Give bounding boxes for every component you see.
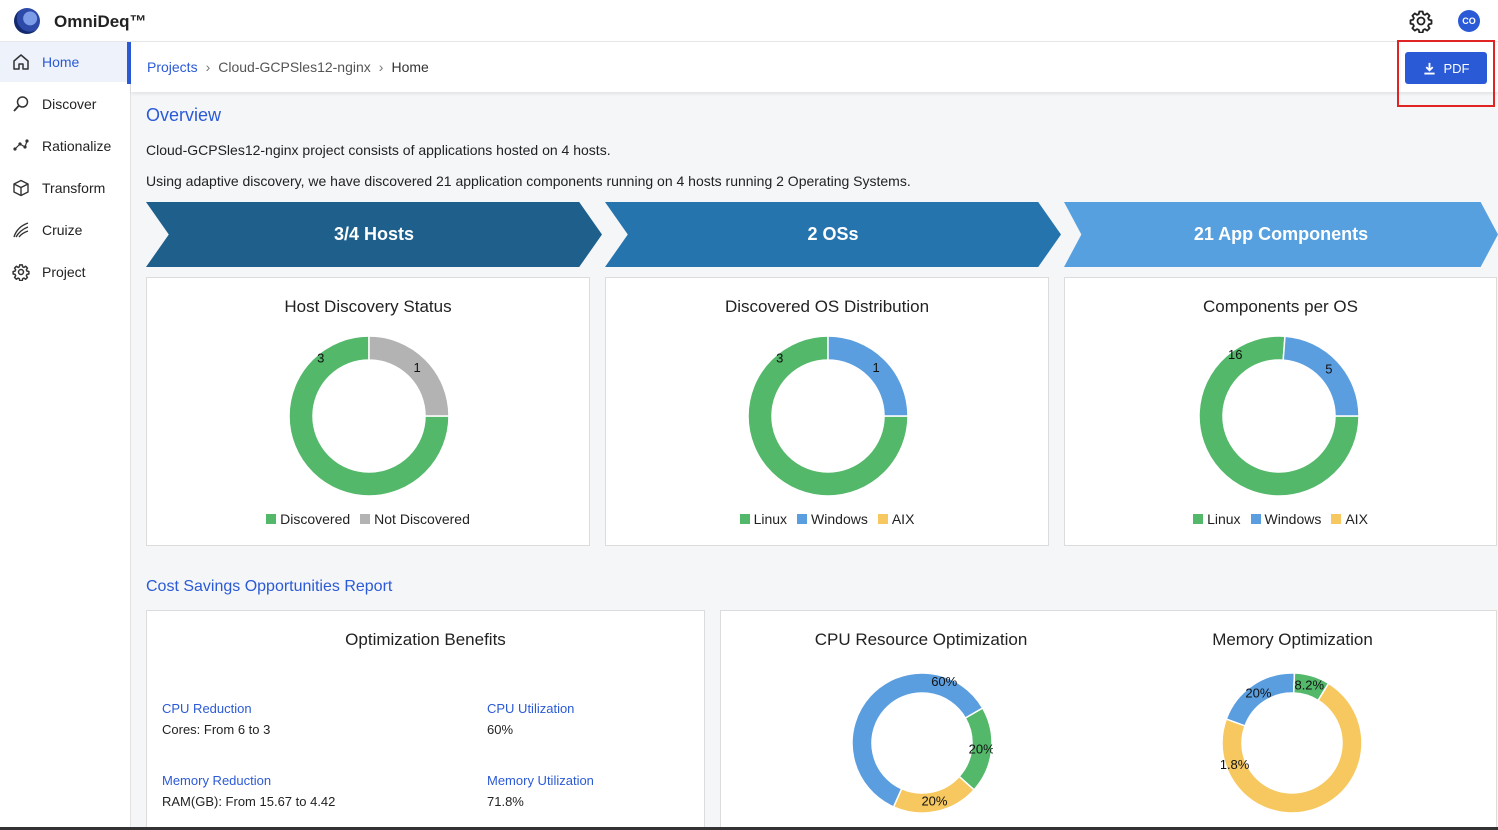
donut-slice[interactable] bbox=[1282, 335, 1360, 417]
omnideq-logo[interactable] bbox=[14, 8, 40, 34]
host-discovery-donut: 31 bbox=[288, 335, 450, 497]
legend-item-windows[interactable]: Windows bbox=[797, 511, 868, 527]
sidebar-item-discover[interactable]: Discover bbox=[0, 84, 128, 124]
breadcrumb: Projects › Cloud-GCPSles12-nginx › Home bbox=[147, 59, 429, 75]
gear-icon bbox=[12, 264, 30, 281]
host-discovery-legend: Discovered Not Discovered bbox=[147, 511, 589, 527]
legend-item-not-discovered[interactable]: Not Discovered bbox=[360, 511, 470, 527]
host-discovery-card: Host Discovery Status 31 Discovered Not … bbox=[146, 277, 590, 546]
donut-slice-label: 3 bbox=[776, 351, 783, 366]
legend-item-windows[interactable]: Windows bbox=[1250, 511, 1321, 527]
cpu-optimization-donut: 20% 20% 60% bbox=[851, 672, 993, 814]
legend-item-aix[interactable]: AIX bbox=[1331, 511, 1368, 527]
components-per-os-title: Components per OS bbox=[1203, 297, 1358, 316]
optimization-benefits-card: Optimization Benefits CPU Reduction Core… bbox=[146, 610, 705, 830]
legend-item-linux[interactable]: Linux bbox=[1193, 511, 1241, 527]
sidebar-item-label: Discover bbox=[42, 96, 97, 112]
sidebar-item-cruize[interactable]: Cruize bbox=[0, 210, 128, 250]
sidebar: Home Discover Rationalize Transform Crui… bbox=[0, 42, 131, 830]
cost-savings-title: Cost Savings Opportunities Report bbox=[146, 578, 393, 595]
breadcrumb-projects-link[interactable]: Projects bbox=[147, 59, 198, 75]
overview-title: Overview bbox=[146, 105, 222, 125]
os-summary-banner: 2 OSs bbox=[605, 202, 1061, 267]
memory-utilization-label: Memory Utilization bbox=[487, 773, 594, 788]
memory-reduction-label: Memory Reduction bbox=[162, 773, 272, 788]
os-distribution-donut: 31 bbox=[747, 335, 909, 497]
memory-utilization-value: 71.8% bbox=[487, 794, 524, 809]
cruize-icon bbox=[13, 222, 29, 238]
os-distribution-title: Discovered OS Distribution bbox=[724, 297, 930, 316]
donut-slice-label: 1 bbox=[413, 360, 420, 375]
legend-item-discovered[interactable]: Discovered bbox=[266, 511, 350, 527]
donut-slice-label: 1 bbox=[872, 360, 879, 375]
breadcrumb-current: Home bbox=[391, 59, 429, 75]
sidebar-item-project[interactable]: Project bbox=[0, 252, 128, 292]
components-per-os-donut: 16 5 bbox=[1198, 335, 1360, 497]
components-summary-banner: 21 App Components bbox=[1064, 202, 1498, 267]
components-per-os-card: Components per OS 16 5 Linux Windows AIX bbox=[1064, 277, 1497, 546]
hosts-summary-banner: 3/4 Hosts bbox=[146, 202, 602, 267]
os-distribution-card: Discovered OS Distribution 31 Linux Wind… bbox=[605, 277, 1049, 546]
donut-slice-label: 71.8% bbox=[1221, 757, 1250, 772]
cpu-reduction-value: Cores: From 6 to 3 bbox=[162, 722, 271, 737]
donut-slice-label: 3 bbox=[317, 351, 324, 366]
sidebar-item-label: Home bbox=[42, 54, 80, 70]
donut-slice-label: 5 bbox=[1325, 362, 1332, 377]
donut-slice-label: 20% bbox=[969, 741, 993, 756]
user-avatar[interactable]: CO bbox=[1458, 10, 1480, 32]
host-discovery-title: Host Discovery Status bbox=[284, 297, 452, 316]
sidebar-item-label: Cruize bbox=[42, 222, 83, 238]
components-per-os-legend: Linux Windows AIX bbox=[1065, 511, 1496, 527]
discover-icon bbox=[13, 96, 29, 112]
sidebar-item-label: Transform bbox=[42, 180, 106, 196]
sidebar-item-home[interactable]: Home bbox=[0, 42, 128, 82]
rationalize-icon bbox=[13, 139, 29, 151]
breadcrumb-bar: Projects › Cloud-GCPSles12-nginx › Home bbox=[131, 42, 1498, 92]
memory-optimization-donut: 20% 8.2% 71.8% bbox=[1221, 672, 1363, 814]
donut-slice[interactable] bbox=[827, 335, 909, 417]
optimization-benefits-title: Optimization Benefits bbox=[345, 630, 506, 649]
resource-optimization-card: CPU Resource Optimization 20% 20% 60% Memo… bbox=[720, 610, 1497, 830]
pdf-button-label: PDF bbox=[1443, 60, 1470, 76]
chevron-right-icon: › bbox=[378, 59, 384, 75]
legend-item-linux[interactable]: Linux bbox=[739, 511, 787, 527]
legend-item-aix[interactable]: AIX bbox=[877, 511, 914, 527]
download-icon bbox=[1423, 62, 1435, 75]
donut-slice-label: 20% bbox=[921, 794, 947, 809]
cube-icon bbox=[13, 179, 29, 197]
chevron-right-icon: › bbox=[205, 59, 211, 75]
app-title: OmniDeq™ bbox=[54, 12, 147, 31]
settings-gear-icon[interactable] bbox=[1409, 9, 1433, 33]
cpu-utilization-label: CPU Utilization bbox=[487, 701, 575, 716]
sidebar-item-transform[interactable]: Transform bbox=[0, 168, 128, 208]
memory-optimization-title: Memory Optimization bbox=[1212, 630, 1373, 649]
cpu-optimization-title: CPU Resource Optimization bbox=[814, 630, 1028, 649]
sidebar-item-rationalize[interactable]: Rationalize bbox=[0, 126, 128, 166]
overview-line-1: Cloud-GCPSles12-nginx project consists o… bbox=[146, 142, 611, 158]
breadcrumb-project-link[interactable]: Cloud-GCPSles12-nginx bbox=[218, 59, 371, 75]
top-bar: OmniDeq™ CO bbox=[0, 0, 1498, 42]
os-distribution-legend: Linux Windows AIX bbox=[606, 511, 1048, 527]
donut-slice-label: 60% bbox=[931, 674, 957, 689]
cpu-utilization-value: 60% bbox=[487, 722, 514, 737]
home-icon bbox=[13, 54, 29, 70]
sidebar-item-label: Project bbox=[42, 264, 86, 280]
donut-slice-label: 8.2% bbox=[1294, 678, 1324, 693]
donut-slice-label: 16 bbox=[1228, 347, 1242, 362]
donut-slice-label: 20% bbox=[1245, 685, 1271, 700]
sidebar-item-label: Rationalize bbox=[42, 138, 112, 154]
memory-reduction-value: RAM(GB): From 15.67 to 4.42 bbox=[162, 794, 336, 809]
pdf-download-button[interactable]: PDF bbox=[1405, 52, 1487, 84]
donut-slice[interactable] bbox=[368, 335, 450, 417]
cpu-reduction-label: CPU Reduction bbox=[162, 701, 252, 716]
overview-line-2: Using adaptive discovery, we have discov… bbox=[146, 173, 911, 189]
